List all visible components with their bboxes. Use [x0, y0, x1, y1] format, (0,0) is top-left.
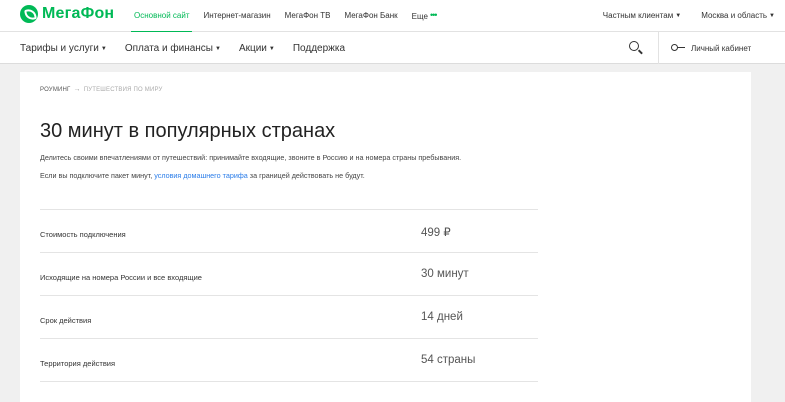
nav-support[interactable]: Поддержка	[293, 43, 345, 54]
key-shaft	[677, 47, 685, 49]
table-row: Исходящие на номера России и все входящи…	[40, 253, 538, 296]
table-row: Срок действия 14 дней	[40, 296, 538, 339]
nav-payment[interactable]: Оплата и финансы ▼	[125, 43, 221, 54]
search-icon-handle	[638, 49, 643, 55]
page-title: 30 минут в популярных странах	[40, 120, 336, 142]
row-value: 54 страны	[421, 354, 476, 366]
caret-down-icon: ▼	[268, 45, 275, 52]
segment-label: Частным клиентам	[602, 11, 674, 20]
table-row: Стоимость подключения 499 ₽	[40, 210, 538, 253]
caret-down-icon: ▼	[100, 45, 107, 52]
toplink-bank[interactable]: МегаФон Банк	[337, 0, 404, 32]
top-bar: МегаФон Основной сайт Интернет-магазин М…	[0, 0, 785, 33]
breadcrumb-roaming[interactable]: Роуминг	[40, 87, 71, 93]
row-label: Стоимость подключения	[40, 230, 126, 239]
top-right: Частным клиентам ▼ Москва и область ▼	[593, 0, 785, 32]
lead2-after: за границей действовать не будут.	[249, 171, 365, 180]
row-label: Территория действия	[40, 359, 116, 368]
search-button[interactable]	[626, 38, 646, 58]
megafon-logo[interactable]: МегаФон	[20, 5, 114, 23]
caret-down-icon: ▼	[769, 13, 775, 19]
nav-promos-label: Акции	[238, 42, 267, 54]
key-icon	[671, 44, 685, 52]
nav-payment-label: Оплата и финансы	[124, 42, 213, 54]
row-value: 499 ₽	[421, 227, 451, 239]
lead-text-2: Если вы подключите пакет минут, условия …	[40, 171, 365, 180]
table-row: Территория действия 54 страны	[40, 339, 538, 382]
row-label: Срок действия	[40, 316, 92, 325]
lead2-before: Если вы подключите пакет минут,	[40, 171, 153, 180]
toplink-shop[interactable]: Интернет-магазин	[196, 0, 277, 32]
row-label: Исходящие на номера России и все входящи…	[40, 273, 202, 282]
cabinet-label: Личный кабинет	[691, 43, 752, 53]
package-details-table: Стоимость подключения 499 ₽ Исходящие на…	[40, 209, 538, 382]
toplink-more-label: Еще	[411, 12, 428, 21]
nav-promos[interactable]: Акции ▼	[239, 43, 275, 54]
nav-items: Тарифы и услуги ▼ Оплата и финансы ▼ Акции…	[20, 32, 363, 64]
row-value: 14 дней	[421, 311, 463, 323]
content-card: Роуминг → Путешествия по миру 30 минут в…	[20, 72, 751, 402]
breadcrumb-current: Путешествия по миру	[83, 86, 163, 93]
personal-cabinet-button[interactable]: Личный кабинет	[658, 32, 785, 64]
dots-icon: •••	[429, 10, 438, 20]
megafon-logo-icon	[20, 5, 38, 23]
home-tariff-link[interactable]: условия домашнего тарифа	[154, 171, 248, 180]
segment-selector[interactable]: Частным клиентам ▼	[593, 0, 691, 32]
caret-down-icon: ▼	[215, 45, 221, 52]
toplink-more[interactable]: Еще •••	[405, 0, 444, 32]
caret-down-icon: ▼	[675, 13, 682, 19]
region-selector[interactable]: Москва и область ▼	[691, 0, 785, 32]
nav-tariffs[interactable]: Тарифы и услуги ▼	[20, 43, 107, 54]
row-value: 30 минут	[421, 268, 469, 280]
top-links: Основной сайт Интернет-магазин МегаФон Т…	[127, 0, 444, 33]
toplink-main-site[interactable]: Основной сайт	[127, 0, 196, 33]
logo-text: МегаФон	[42, 5, 115, 22]
lead-text: Делитесь своими впечатлениями от путешес…	[40, 153, 462, 162]
region-label: Москва и область	[701, 11, 768, 20]
breadcrumb: Роуминг → Путешествия по миру	[40, 86, 163, 93]
arrow-right-icon: →	[73, 86, 81, 93]
toplink-tv[interactable]: МегаФон ТВ	[278, 0, 338, 32]
nav-tariffs-label: Тарифы и услуги	[20, 42, 99, 54]
main-nav: Тарифы и услуги ▼ Оплата и финансы ▼ Акции…	[0, 32, 785, 64]
